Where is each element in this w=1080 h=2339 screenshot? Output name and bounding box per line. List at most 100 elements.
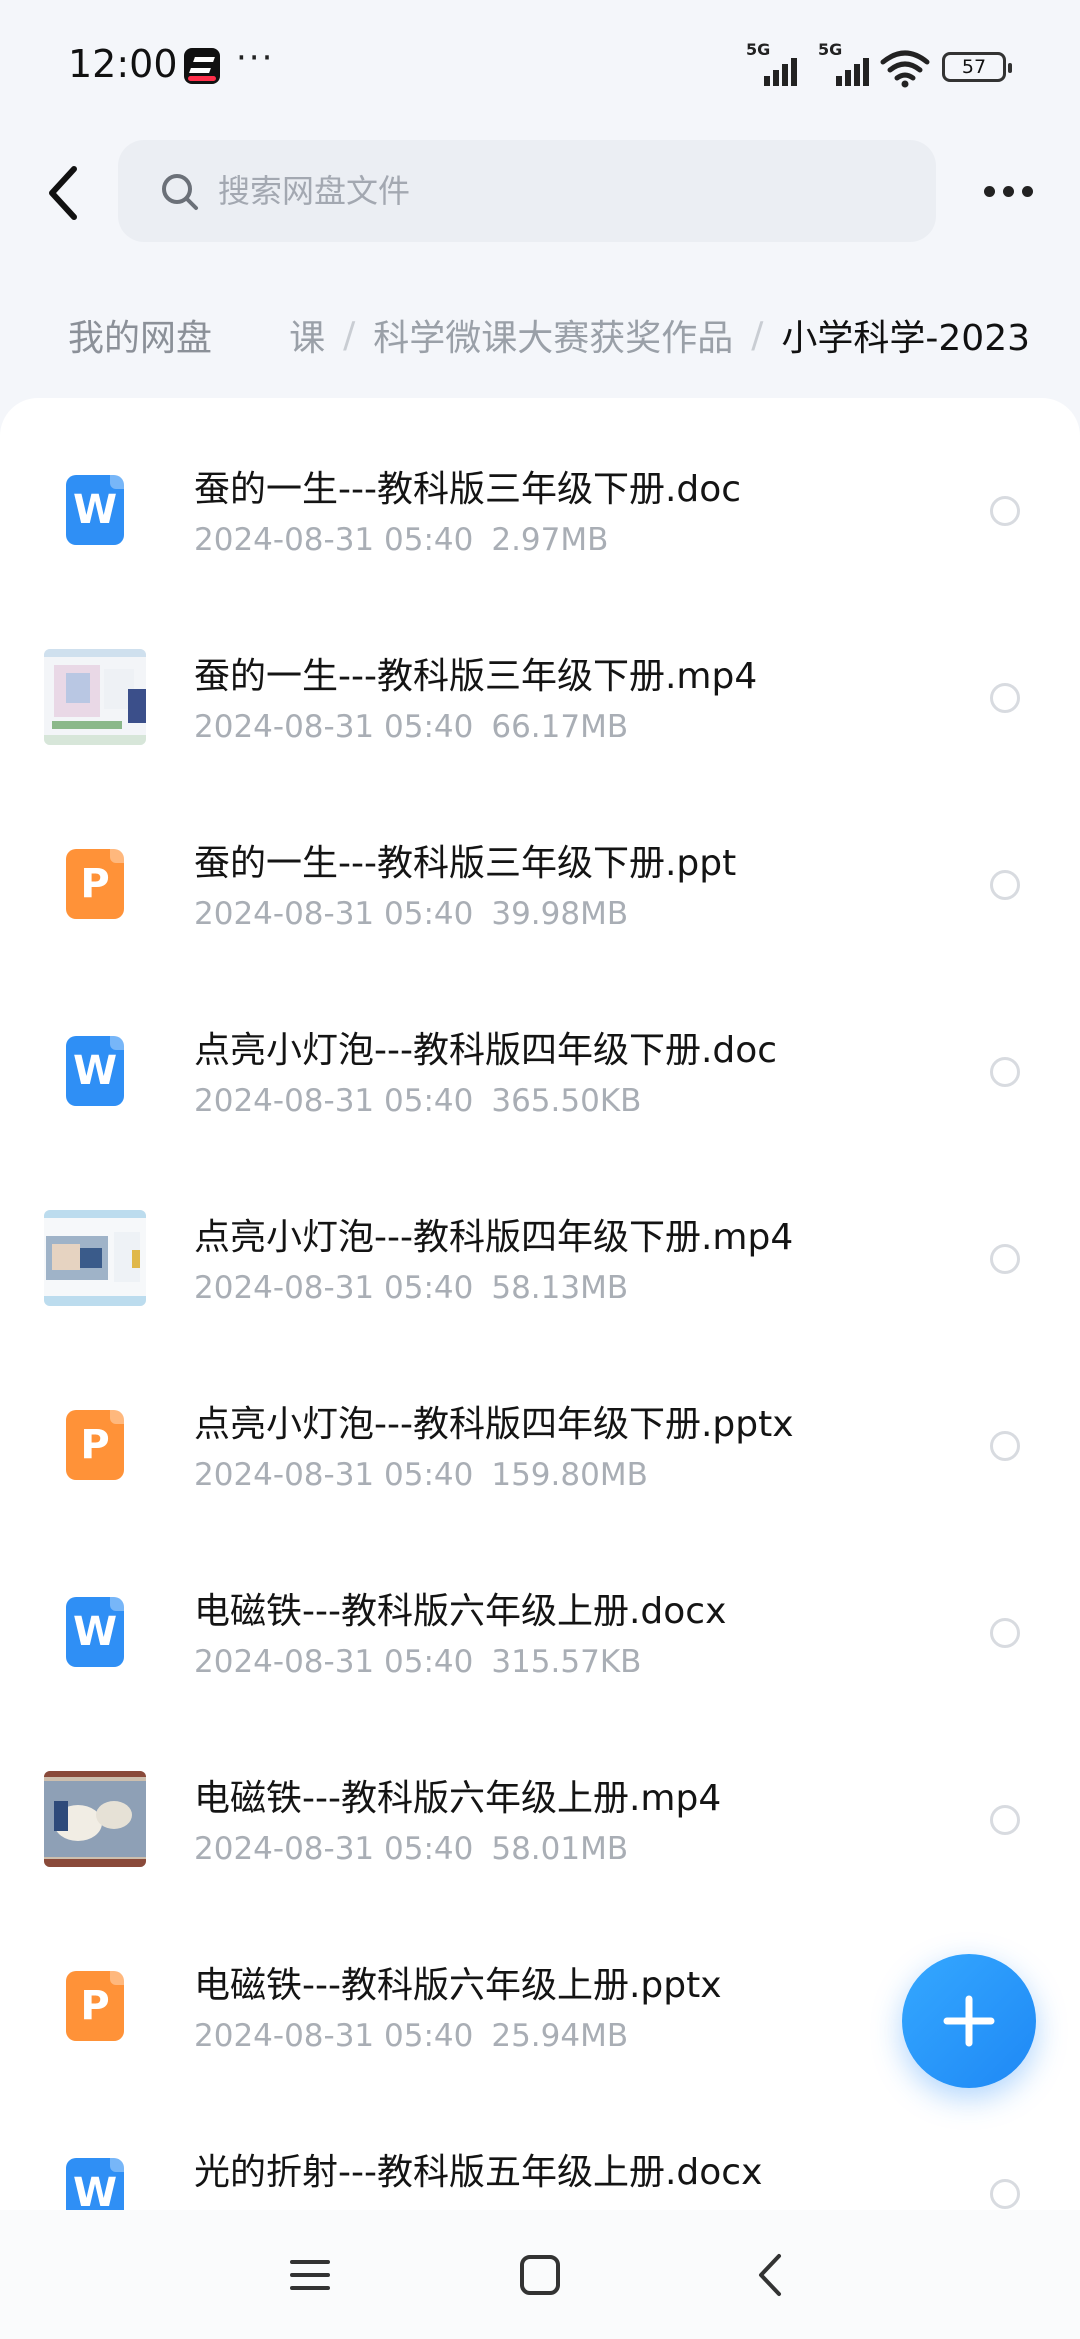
file-row[interactable]: 电磁铁---教科版六年级上册.mp4 2024-08-31 05:40 58.01…	[0, 1707, 1080, 1894]
file-thumb: W	[44, 2142, 146, 2210]
back-chevron-icon	[759, 2254, 781, 2296]
select-checkbox[interactable]	[990, 1805, 1020, 1835]
file-row[interactable]: P 点亮小灯泡---教科版四年级下册.pptx 2024-08-31 05:40…	[0, 1333, 1080, 1520]
select-checkbox[interactable]	[990, 1244, 1020, 1274]
file-meta: 2024-08-31 05:40 365.50KB	[194, 1083, 641, 1119]
file-date: 2024-08-31 05:40	[194, 1083, 474, 1119]
back-arrow-icon	[49, 166, 77, 220]
file-row[interactable]: W 点亮小灯泡---教科版四年级下册.doc 2024-08-31 05:40 3…	[0, 959, 1080, 1146]
search-box[interactable]	[118, 140, 936, 242]
file-date: 2024-08-31 05:40	[194, 896, 474, 932]
file-date: 2024-08-31 05:40	[194, 2018, 474, 2054]
word-doc-icon: W	[66, 475, 124, 545]
search-input[interactable]	[218, 140, 898, 242]
word-doc-icon: W	[66, 1036, 124, 1106]
file-row[interactable]: W 电磁铁---教科版六年级上册.docx 2024-08-31 05:40 31…	[0, 1520, 1080, 1707]
file-row[interactable]: 蚕的一生---教科版三年级下册.mp4 2024-08-31 05:40 66.1…	[0, 585, 1080, 772]
file-size: 39.98MB	[491, 896, 629, 932]
file-size: 365.50KB	[491, 1083, 642, 1119]
file-thumb	[44, 1768, 146, 1870]
file-meta: 2024-08-31 05:40 58.13MB	[194, 1270, 628, 1306]
file-meta: 2024-08-31 05:40 315.57KB	[194, 1644, 641, 1680]
file-date: 2024-08-31 05:40	[194, 1457, 474, 1493]
file-list: W 蚕的一生---教科版三年级下册.doc 2024-08-31 05:40 2.…	[0, 398, 1080, 2210]
more-dot-icon	[1002, 185, 1014, 197]
file-thumb	[44, 1207, 146, 1309]
file-row[interactable]: W 蚕的一生---教科版三年级下册.doc 2024-08-31 05:40 2.…	[0, 398, 1080, 585]
video-thumbnail-icon	[44, 649, 146, 745]
file-date: 2024-08-31 05:40	[194, 1270, 474, 1306]
breadcrumb-item[interactable]: 科学微课大赛获奖作品	[373, 309, 733, 361]
breadcrumb: 课 / 科学微课大赛获奖作品 / 小学科学-2023 我的网盘	[0, 290, 1080, 380]
status-bar: 12:00 ··· 5G 5G 57	[0, 0, 1080, 130]
file-name: 点亮小灯泡---教科版四年级下册.doc	[194, 1030, 778, 1071]
home-square-icon	[520, 2255, 560, 2295]
more-dot-icon	[983, 185, 995, 197]
video-thumbnail-icon	[44, 1210, 146, 1306]
plus-icon	[943, 1995, 995, 2047]
select-checkbox[interactable]	[990, 1057, 1020, 1087]
file-name: 蚕的一生---教科版三年级下册.mp4	[194, 656, 758, 697]
file-size: 66.17MB	[491, 709, 629, 745]
file-thumb: W	[44, 1020, 146, 1122]
file-thumb	[44, 646, 146, 748]
word-doc-icon: W	[66, 1597, 124, 1667]
ppt-doc-icon: P	[66, 1971, 124, 2041]
file-size: 58.01MB	[491, 1831, 629, 1867]
breadcrumb-root[interactable]: 我的网盘	[40, 290, 239, 380]
file-row[interactable]: 点亮小灯泡---教科版四年级下册.mp4 2024-08-31 05:40 58.…	[0, 1146, 1080, 1333]
file-size: 315.57KB	[491, 1644, 642, 1680]
file-name: 点亮小灯泡---教科版四年级下册.pptx	[194, 1404, 794, 1445]
status-time: 12:00	[68, 42, 178, 86]
ppt-doc-icon: P	[66, 849, 124, 919]
system-back-button[interactable]	[740, 2250, 800, 2300]
breadcrumb-current: 小学科学-2023	[781, 318, 1030, 359]
more-dot-icon	[1021, 185, 1033, 197]
recent-apps-button[interactable]	[280, 2250, 340, 2300]
ppt-doc-icon: P	[66, 1410, 124, 1480]
file-thumb: P	[44, 833, 146, 935]
file-thumb: W	[44, 459, 146, 561]
file-meta: 2024-08-31 05:40 39.98MB	[194, 896, 628, 932]
file-date: 2024-08-31 05:40	[194, 522, 474, 558]
signal-2-label: 5G	[818, 40, 843, 59]
file-date: 2024-08-31 05:40	[194, 1831, 474, 1867]
file-meta: 2024-08-31 05:40 58.01MB	[194, 1831, 628, 1867]
system-nav-bar	[0, 2210, 1080, 2339]
more-options-button[interactable]	[978, 164, 1038, 218]
video-thumbnail-icon	[44, 1771, 146, 1867]
wifi-icon	[880, 50, 930, 88]
file-name: 蚕的一生---教科版三年级下册.doc	[194, 469, 742, 510]
select-checkbox[interactable]	[990, 683, 1020, 713]
file-size: 58.13MB	[491, 1270, 629, 1306]
select-checkbox[interactable]	[990, 1431, 1020, 1461]
signal-1-label: 5G	[746, 40, 771, 59]
breadcrumb-separator: /	[751, 314, 764, 356]
select-checkbox[interactable]	[990, 1618, 1020, 1648]
file-size: 2.97MB	[491, 522, 609, 558]
home-button[interactable]	[510, 2250, 570, 2300]
menu-icon	[290, 2260, 330, 2290]
file-meta: 2024-08-31 05:40 2.97MB	[194, 522, 608, 558]
select-checkbox[interactable]	[990, 496, 1020, 526]
file-size: 25.94MB	[491, 2018, 629, 2054]
file-name: 电磁铁---教科版六年级上册.pptx	[194, 1965, 722, 2006]
back-button[interactable]	[36, 158, 90, 228]
breadcrumb-separator: /	[343, 314, 356, 356]
file-name: 电磁铁---教科版六年级上册.docx	[194, 1591, 727, 1632]
battery-indicator: 57	[942, 52, 1012, 82]
file-name: 点亮小灯泡---教科版四年级下册.mp4	[194, 1217, 794, 1258]
file-date: 2024-08-31 05:40	[194, 1644, 474, 1680]
file-row[interactable]: W 光的折射---教科版五年级上册.docx	[0, 2081, 1080, 2210]
select-checkbox[interactable]	[990, 870, 1020, 900]
file-thumb: P	[44, 1955, 146, 2057]
file-date: 2024-08-31 05:40	[194, 709, 474, 745]
add-button[interactable]	[902, 1954, 1036, 2088]
capcut-app-icon	[184, 48, 220, 84]
breadcrumb-item[interactable]: 课	[289, 309, 325, 361]
file-size: 159.80MB	[491, 1457, 648, 1493]
file-meta: 2024-08-31 05:40 25.94MB	[194, 2018, 628, 2054]
file-row[interactable]: P 蚕的一生---教科版三年级下册.ppt 2024-08-31 05:40 39…	[0, 772, 1080, 959]
select-checkbox[interactable]	[990, 2179, 1020, 2209]
file-name: 光的折射---教科版五年级上册.docx	[194, 2152, 763, 2193]
